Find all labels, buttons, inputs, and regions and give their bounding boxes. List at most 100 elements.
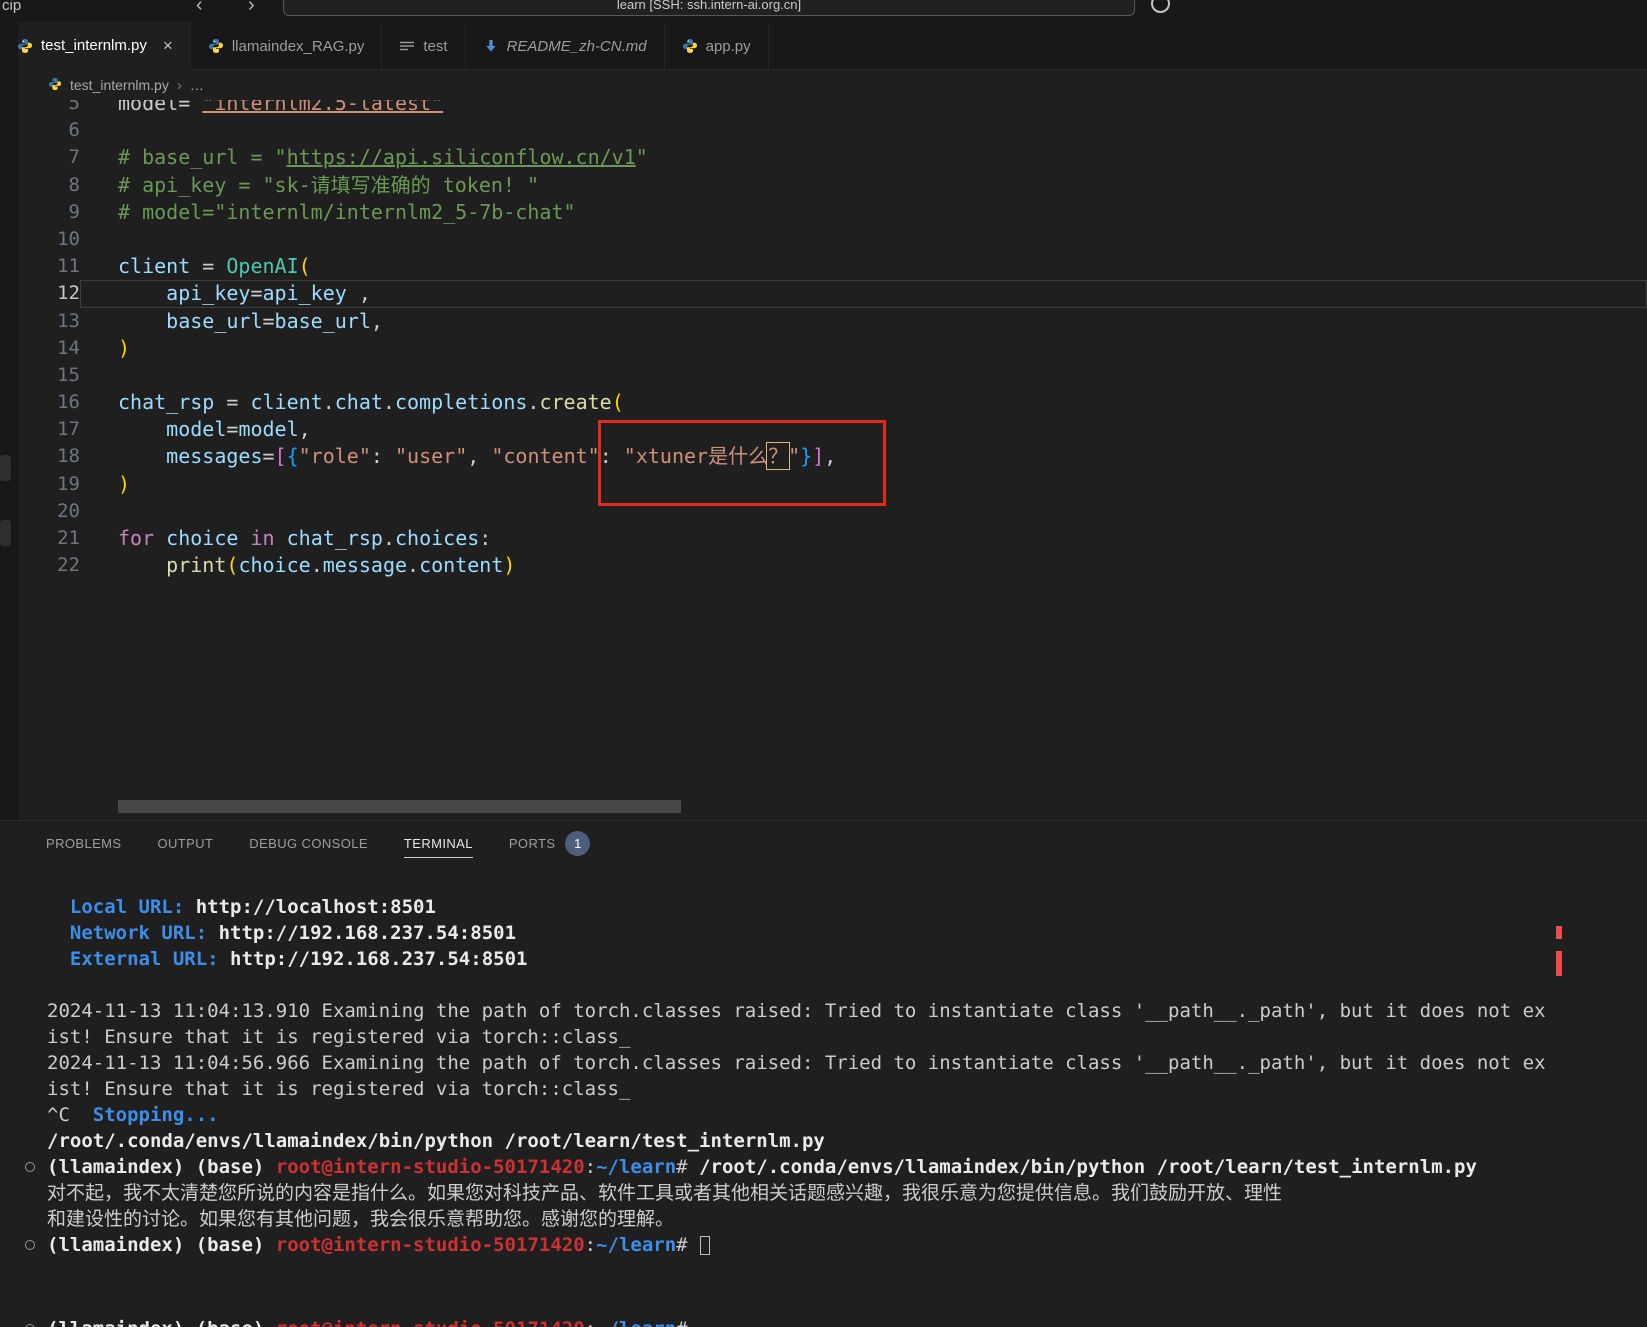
code-line-content[interactable]: model= "internlm2.5-latest" xyxy=(80,100,1647,117)
tab-test_internlm.py[interactable]: test_internlm.py× xyxy=(0,22,191,70)
tab-label: llamaindex_RAG.py xyxy=(232,38,365,55)
horizontal-scrollbar[interactable] xyxy=(118,800,681,813)
terminal-line: 和建设性的讨论。如果您有其他问题，我会很乐意帮助您。感谢您的理解。 xyxy=(0,1206,1647,1232)
terminal-line: 2024-11-13 11:04:13.910 Examining the pa… xyxy=(0,998,1647,1024)
code-line-content[interactable]: chat_rsp = client.chat.completions.creat… xyxy=(80,389,1647,416)
code-line-content[interactable] xyxy=(80,498,1647,525)
panel-tab-output[interactable]: OUTPUT xyxy=(157,821,213,865)
code-line-content[interactable]: ) xyxy=(80,335,1647,362)
panel-tab-debug-console[interactable]: DEBUG CONSOLE xyxy=(249,821,368,865)
code-line-content[interactable]: base_url=base_url, xyxy=(80,308,1647,335)
code-line-content[interactable]: # base_url = "https://api.siliconflow.cn… xyxy=(80,144,1647,171)
terminal-output[interactable]: Local URL: http://localhost:8501 Network… xyxy=(0,894,1647,1258)
line-number[interactable]: 19 xyxy=(18,471,80,498)
code-line-content[interactable]: for choice in chat_rsp.choices: xyxy=(80,525,1647,552)
line-number[interactable]: 22 xyxy=(18,552,80,579)
code-pane[interactable]: 5model= "internlm2.5-latest"67# base_url… xyxy=(18,100,1647,579)
line-number[interactable]: 10 xyxy=(18,226,80,253)
breadcrumb-file[interactable]: test_internlm.py xyxy=(70,77,169,93)
line-number[interactable]: 20 xyxy=(18,498,80,525)
python-icon xyxy=(17,38,33,54)
title-bar: cip ‹ › learn [SSH: ssh.intern-ai.org.cn… xyxy=(0,0,1647,22)
command-decoration-icon[interactable] xyxy=(25,1162,35,1172)
nav-back-icon[interactable]: ‹ xyxy=(196,0,203,17)
terminal-line: ^C Stopping... xyxy=(0,1102,1647,1128)
tab-README_zh-CN.md[interactable]: README_zh-CN.md xyxy=(466,22,665,70)
code-line[interactable]: 19) xyxy=(18,471,1647,498)
terminal-line: 对不起，我不太清楚您所说的内容是指什么。如果您对科技产品、软件工具或者其他相关话… xyxy=(0,1180,1647,1206)
terminal-line: ist! Ensure that it is registered via to… xyxy=(0,1024,1647,1050)
line-number[interactable]: 14 xyxy=(18,335,80,362)
code-line[interactable]: 17 model=model, xyxy=(18,416,1647,443)
terminal-line: (llamaindex) (base) root@intern-studio-5… xyxy=(0,1232,1647,1258)
terminal-line: (llamaindex) (base) root@intern-studio-5… xyxy=(0,1316,1647,1327)
line-number[interactable]: 8 xyxy=(18,172,80,199)
code-line[interactable]: 15 xyxy=(18,362,1647,389)
account-icon[interactable] xyxy=(1151,0,1170,13)
breadcrumb-more[interactable]: … xyxy=(190,77,204,93)
tab-label: app.py xyxy=(706,38,751,55)
code-editor[interactable]: 5model= "internlm2.5-latest"67# base_url… xyxy=(18,100,1647,820)
code-line[interactable]: 22 print(choice.message.content) xyxy=(18,552,1647,579)
breadcrumb[interactable]: test_internlm.py › … xyxy=(18,70,1629,100)
line-number[interactable]: 21 xyxy=(18,525,80,552)
code-line[interactable]: 10 xyxy=(18,226,1647,253)
code-line-content[interactable]: client = OpenAI( xyxy=(80,253,1647,280)
code-line[interactable]: 21for choice in chat_rsp.choices: xyxy=(18,525,1647,552)
code-line-content[interactable]: model=model, xyxy=(80,416,1647,443)
line-number[interactable]: 9 xyxy=(18,199,80,226)
code-line-content[interactable]: print(choice.message.content) xyxy=(80,552,1647,579)
code-line[interactable]: 14) xyxy=(18,335,1647,362)
code-line-content[interactable]: api_key=api_key , xyxy=(80,280,1647,307)
panel-tab-label: PROBLEMS xyxy=(46,836,121,851)
code-line[interactable]: 6 xyxy=(18,117,1647,144)
code-line-content[interactable] xyxy=(80,117,1647,144)
panel-tab-label: DEBUG CONSOLE xyxy=(249,836,368,851)
panel-tab-bar: PROBLEMS OUTPUT DEBUG CONSOLE TERMINAL PORTS… xyxy=(0,821,1647,865)
code-line[interactable]: 16chat_rsp = client.chat.completions.cre… xyxy=(18,389,1647,416)
line-number[interactable]: 12 xyxy=(18,280,80,307)
python-icon xyxy=(208,38,224,54)
tab-llamaindex_RAG.py[interactable]: llamaindex_RAG.py xyxy=(191,22,383,70)
ports-count-badge: 1 xyxy=(565,831,590,856)
line-number[interactable]: 7 xyxy=(18,144,80,171)
terminal-cursor xyxy=(700,1236,710,1255)
command-center-search[interactable]: learn [SSH: ssh.intern-ai.org.cn] xyxy=(283,0,1135,16)
python-file-icon xyxy=(48,77,62,94)
code-line[interactable]: 13 base_url=base_url, xyxy=(18,308,1647,335)
line-number[interactable]: 16 xyxy=(18,389,80,416)
code-line-content[interactable] xyxy=(80,362,1647,389)
tab-label: test xyxy=(423,38,447,55)
line-number[interactable]: 13 xyxy=(18,308,80,335)
panel-tab-label: PORTS xyxy=(509,836,556,851)
nav-forward-icon[interactable]: › xyxy=(248,0,255,17)
code-line[interactable]: 20 xyxy=(18,498,1647,525)
line-number[interactable]: 18 xyxy=(18,443,80,470)
line-number[interactable]: 11 xyxy=(18,253,80,280)
code-line[interactable]: 5model= "internlm2.5-latest" xyxy=(18,100,1647,117)
command-center-label: learn [SSH: ssh.intern-ai.org.cn] xyxy=(617,0,801,12)
code-line-content[interactable]: messages=[{"role": "user", "content": "x… xyxy=(80,443,1647,470)
code-line[interactable]: 12 api_key=api_key , xyxy=(18,280,1647,307)
code-line[interactable]: 8# api_key = "sk-请填写准确的 token! " xyxy=(18,172,1647,199)
code-line-content[interactable]: # model="internlm/internlm2_5-7b-chat" xyxy=(80,199,1647,226)
panel-tab-problems[interactable]: PROBLEMS xyxy=(46,821,121,865)
tab-test[interactable]: test xyxy=(382,22,465,70)
code-line[interactable]: 9# model="internlm/internlm2_5-7b-chat" xyxy=(18,199,1647,226)
close-icon[interactable]: × xyxy=(163,37,173,54)
panel-tab-ports[interactable]: PORTS 1 xyxy=(509,821,591,865)
code-line[interactable]: 7# base_url = "https://api.siliconflow.c… xyxy=(18,144,1647,171)
code-line-content[interactable]: # api_key = "sk-请填写准确的 token! " xyxy=(80,172,1647,199)
tab-app.py[interactable]: app.py xyxy=(665,22,769,70)
panel-tab-terminal[interactable]: TERMINAL xyxy=(404,821,473,865)
code-line[interactable]: 18 messages=[{"role": "user", "content":… xyxy=(18,443,1647,470)
line-number[interactable]: 6 xyxy=(18,117,80,144)
markdown-icon xyxy=(483,38,499,54)
code-line[interactable]: 11client = OpenAI( xyxy=(18,253,1647,280)
code-line-content[interactable] xyxy=(80,226,1647,253)
line-number[interactable]: 17 xyxy=(18,416,80,443)
code-line-content[interactable]: ) xyxy=(80,471,1647,498)
command-decoration-icon[interactable] xyxy=(25,1240,35,1250)
line-number[interactable]: 5 xyxy=(18,100,80,117)
line-number[interactable]: 15 xyxy=(18,362,80,389)
